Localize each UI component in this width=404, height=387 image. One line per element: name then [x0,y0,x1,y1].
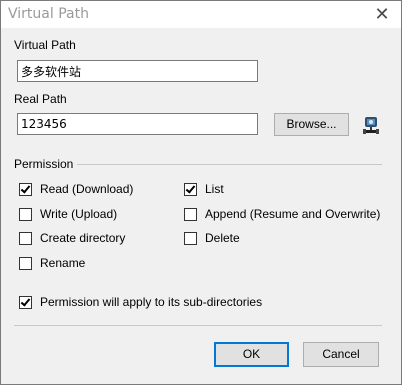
permission-group-label: Permission [14,157,78,171]
apply-subdirectories-label: Permission will apply to its sub-directo… [40,295,263,309]
buttons-separator [14,325,382,326]
apply-subdirectories-checkbox-row[interactable]: Permission will apply to its sub-directo… [19,294,262,310]
permission-group-divider [71,164,382,165]
virtual-path-dialog: Virtual Path ✕ Virtual Path Real Path Br… [0,0,402,385]
close-icon[interactable]: ✕ [371,4,393,24]
write-upload-checkbox-row[interactable]: Write (Upload) [19,206,117,222]
append-checkbox-row[interactable]: Append (Resume and Overwrite) [184,206,380,222]
virtual-path-label: Virtual Path [14,38,76,52]
browse-button[interactable]: Browse... [274,113,349,136]
delete-checkbox[interactable] [184,231,197,245]
create-directory-checkbox-row[interactable]: Create directory [19,230,125,246]
window-title: Virtual Path [8,6,89,22]
append-label: Append (Resume and Overwrite) [205,207,381,221]
delete-label: Delete [205,231,240,245]
cancel-button[interactable]: Cancel [303,342,379,367]
rename-checkbox[interactable] [19,256,32,270]
read-download-checkbox-row[interactable]: Read (Download) [19,181,133,197]
virtual-path-input[interactable] [17,60,258,82]
ok-button[interactable]: OK [214,342,289,367]
append-checkbox[interactable] [184,207,197,221]
network-folder-icon[interactable] [361,115,381,135]
list-label: List [205,182,224,196]
create-directory-checkbox[interactable] [19,231,32,245]
rename-label: Rename [40,256,86,270]
read-download-checkbox[interactable] [19,182,32,196]
write-upload-checkbox[interactable] [19,207,32,221]
list-checkbox[interactable] [184,182,197,196]
read-download-label: Read (Download) [40,182,134,196]
write-upload-label: Write (Upload) [40,207,118,221]
real-path-input[interactable] [17,113,258,135]
title-bar[interactable]: Virtual Path ✕ [1,1,401,28]
delete-checkbox-row[interactable]: Delete [184,230,240,246]
create-directory-label: Create directory [40,231,126,245]
apply-subdirectories-checkbox[interactable] [19,295,32,309]
real-path-label: Real Path [14,92,67,106]
rename-checkbox-row[interactable]: Rename [19,255,85,271]
list-checkbox-row[interactable]: List [184,181,224,197]
